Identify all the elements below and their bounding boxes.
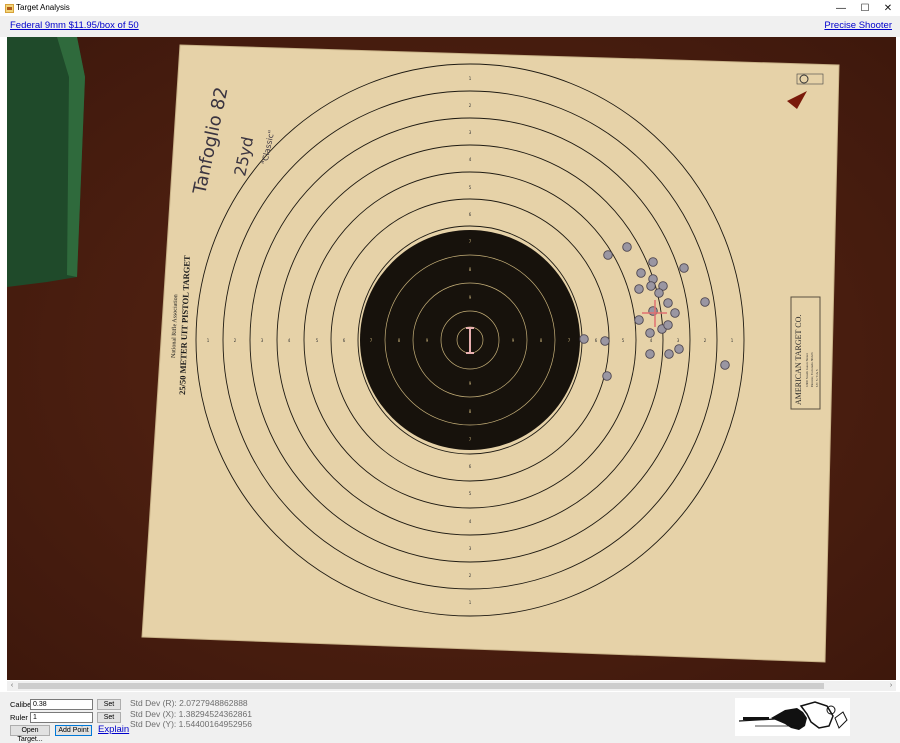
caliber-set-button[interactable]: Set	[97, 699, 121, 710]
minimize-icon[interactable]: —	[829, 0, 853, 16]
ring-label: 7	[568, 338, 571, 343]
shot-mark	[622, 242, 632, 252]
ring-label: 8	[540, 338, 543, 343]
target-photo[interactable]: 111122223333444455556666777788889999 Tan…	[7, 37, 896, 680]
ring-label: 5	[622, 338, 625, 343]
ring-label: 6	[595, 338, 598, 343]
close-icon[interactable]: ✕	[876, 0, 900, 16]
add-point-button[interactable]: Add Point	[55, 725, 92, 736]
scrollbar-thumb[interactable]	[18, 683, 824, 689]
title-bar: Target Analysis — ☐ ✕	[0, 0, 900, 17]
std-dev-x: Std Dev (X): 1.38294524362861	[130, 709, 252, 719]
shooter-logo	[735, 698, 850, 736]
ring-label: 2	[234, 338, 237, 343]
ring-label: 6	[343, 338, 346, 343]
shot-mark	[670, 308, 680, 318]
ring-label: 2	[704, 338, 707, 343]
ring-label: 4	[650, 338, 653, 343]
scroll-left-icon[interactable]: ‹	[7, 681, 17, 691]
svg-text:1300 South Jason Street: 1300 South Jason Street	[805, 353, 809, 387]
ring-label: 3	[677, 338, 680, 343]
ring-label: 9	[469, 381, 472, 386]
shot-mark	[654, 288, 664, 298]
ring-label: 7	[370, 338, 373, 343]
ring-label: 5	[316, 338, 319, 343]
ring-label: 9	[512, 338, 515, 343]
target-image[interactable]: 1 1112 2223 3334 4445 5556 6667 7778 8889 999 Tan…	[7, 37, 896, 680]
window-title: Target Analysis	[16, 3, 70, 12]
ring-label: 2	[469, 103, 472, 108]
ring-label: 8	[469, 409, 472, 414]
ring-label: 5	[469, 185, 472, 190]
shot-mark	[720, 360, 730, 370]
scroll-right-icon[interactable]: ›	[886, 681, 896, 691]
shot-mark	[600, 336, 610, 346]
shot-mark	[664, 349, 674, 359]
ring-label: 7	[469, 437, 472, 442]
ring-label: 3	[261, 338, 264, 343]
caliber-input[interactable]: 0.38	[30, 699, 93, 710]
shot-mark	[700, 297, 710, 307]
ruler-label: Ruler	[10, 713, 28, 722]
horizontal-scrollbar[interactable]: ‹ ›	[7, 681, 896, 691]
app-icon	[5, 4, 14, 13]
shot-mark	[603, 250, 613, 260]
ring-label: 9	[469, 295, 472, 300]
ring-label: 8	[398, 338, 401, 343]
shot-mark	[602, 371, 612, 381]
precise-shooter-link[interactable]: Precise Shooter	[824, 20, 892, 31]
svg-text:UC 5 / CA 5: UC 5 / CA 5	[815, 369, 819, 387]
shot-mark	[663, 320, 673, 330]
shot-mark	[645, 349, 655, 359]
shot-mark	[646, 281, 656, 291]
shot-mark	[579, 334, 589, 344]
open-target-button[interactable]: Open Target...	[10, 725, 50, 743]
shot-mark	[634, 315, 644, 325]
ruler-input[interactable]: 1	[30, 712, 93, 723]
shot-mark	[674, 344, 684, 354]
ring-label: 6	[469, 212, 472, 217]
shot-mark	[648, 257, 658, 267]
std-dev-r: Std Dev (R): 2.0727948862888	[130, 698, 248, 708]
ruler-set-button[interactable]: Set	[97, 712, 121, 723]
explain-link[interactable]: Explain	[98, 724, 129, 735]
ring-label: 2	[469, 573, 472, 578]
ring-label: 9	[426, 338, 429, 343]
ring-label: 1	[207, 338, 210, 343]
ring-label: 3	[469, 546, 472, 551]
ring-label: 5	[469, 491, 472, 496]
maker-name: AMERICAN TARGET CO.	[794, 315, 803, 405]
ring-label: 4	[469, 157, 472, 162]
ring-label: 4	[288, 338, 291, 343]
ring-label: 1	[469, 76, 472, 81]
ring-label: 4	[469, 519, 472, 524]
ring-label: 1	[469, 600, 472, 605]
shot-mark	[645, 328, 655, 338]
shot-mark	[634, 284, 644, 294]
ring-label: 1	[731, 338, 734, 343]
link-bar: Federal 9mm $11.95/box of 50 Precise Sho…	[0, 17, 900, 37]
ring-label: 8	[469, 267, 472, 272]
ring-label: 6	[469, 464, 472, 469]
ring-label: 7	[469, 239, 472, 244]
shot-mark	[663, 298, 673, 308]
shot-mark	[636, 268, 646, 278]
shot-mark	[679, 263, 689, 273]
controls-panel: Caliber 0.38 Set Ruler 1 Set Open Target…	[0, 692, 900, 743]
std-dev-y: Std Dev (Y): 1.54400164952956	[130, 719, 252, 729]
maximize-icon[interactable]: ☐	[853, 0, 877, 16]
shot-mark	[648, 306, 658, 316]
ring-label: 3	[469, 130, 472, 135]
ammo-link[interactable]: Federal 9mm $11.95/box of 50	[10, 20, 139, 31]
